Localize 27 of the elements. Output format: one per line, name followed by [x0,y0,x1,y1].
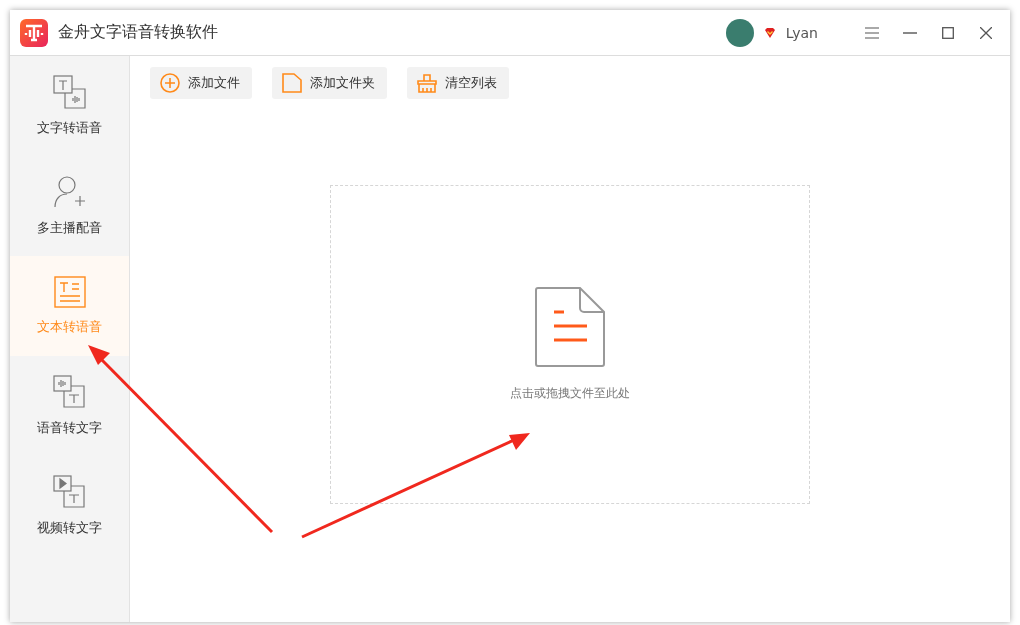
sidebar-item[interactable]: 视频转文字 [10,456,129,556]
drop-zone[interactable]: 点击或拖拽文件至此处 [330,185,810,504]
menu-icon [865,26,879,39]
speech-text-icon [52,375,87,409]
user-name: Lyan [785,24,818,41]
close-icon [980,26,992,39]
maximize-icon [942,26,954,39]
sidebar-item[interactable]: 语音转文字 [10,356,129,456]
toolbar-button[interactable]: 添加文件夹 [272,67,387,99]
document-lines-icon [53,276,86,308]
sidebar-item[interactable]: 多主播配音 [10,156,129,256]
add-icon [160,73,180,93]
document-icon [535,287,605,367]
toolbar-button[interactable]: 添加文件 [150,67,252,99]
folder-icon [282,73,302,93]
video-text-icon [52,475,87,509]
text-speech-icon [52,75,87,109]
app-logo-icon [20,18,48,47]
vip-badge-icon [763,26,776,39]
person-add-icon [52,175,87,209]
sidebar-item[interactable]: 文字转语音 [10,56,129,156]
drop-hint: 点击或拖拽文件至此处 [510,385,630,402]
window-title: 金舟文字语音转换软件 [58,22,219,43]
brush-icon [417,73,437,93]
toolbar-button[interactable]: 清空列表 [407,67,509,99]
minimize-icon [903,31,917,34]
user-avatar[interactable] [725,18,754,47]
